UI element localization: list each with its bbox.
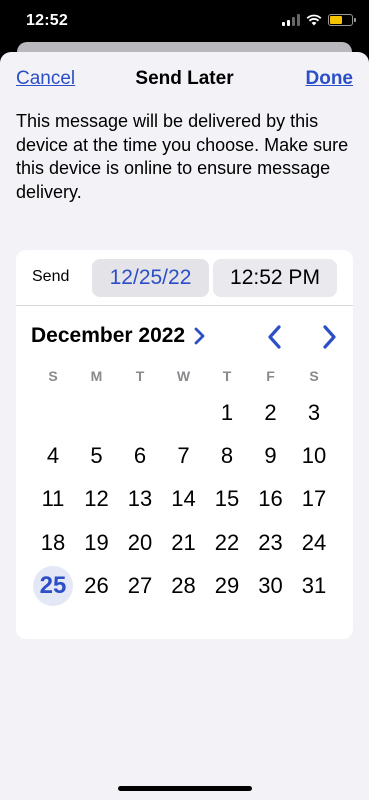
status-bar: 12:52 bbox=[0, 0, 369, 44]
selected-day[interactable]: 25 bbox=[33, 565, 73, 606]
calendar-day[interactable]: 11 bbox=[35, 481, 71, 517]
calendar-day[interactable]: 16 bbox=[253, 481, 289, 517]
calendar-day[interactable]: 4 bbox=[35, 438, 71, 474]
calendar-day[interactable]: 19 bbox=[79, 525, 115, 561]
time-button[interactable]: 12:52 PM bbox=[213, 259, 337, 297]
month-year-selector[interactable]: December 2022 bbox=[31, 324, 205, 348]
calendar-day[interactable]: 2 bbox=[253, 395, 289, 431]
chevron-right-icon bbox=[194, 327, 205, 345]
weekday-label: F bbox=[266, 368, 275, 384]
status-time: 12:52 bbox=[26, 12, 68, 29]
date-picker-panel: Send 12/25/22 12:52 PM December 2022 S M T… bbox=[16, 250, 353, 639]
calendar-day[interactable]: 3 bbox=[296, 395, 332, 431]
calendar-day[interactable]: 20 bbox=[122, 525, 158, 561]
weekday-header: SMTWTFS bbox=[31, 368, 339, 386]
send-row: Send 12/25/22 12:52 PM bbox=[16, 250, 353, 304]
calendar-day[interactable]: 6 bbox=[122, 438, 158, 474]
calendar-day[interactable]: 14 bbox=[166, 481, 202, 517]
calendar-day[interactable]: 22 bbox=[209, 525, 245, 561]
day-grid: 1 2 3 4 5 6 7 8 9 10 11 12 13 14 15 16 17 18 19 20 21 22 23 24 2… bbox=[31, 400, 339, 640]
calendar-day[interactable]: 26 bbox=[79, 568, 115, 604]
weekday-label: W bbox=[176, 368, 191, 384]
done-button[interactable]: Done bbox=[306, 68, 354, 90]
calendar-day[interactable]: 12 bbox=[79, 481, 115, 517]
weekday-label: T bbox=[135, 368, 145, 384]
previous-month-button[interactable] bbox=[264, 324, 286, 350]
home-indicator bbox=[118, 786, 252, 791]
info-text: This message will be delivered by this d… bbox=[16, 111, 349, 202]
calendar-day[interactable]: 21 bbox=[166, 525, 202, 561]
date-button[interactable]: 12/25/22 bbox=[92, 259, 209, 297]
send-later-sheet: Cancel Send Later Done This message will… bbox=[0, 52, 369, 800]
weekday-label: S bbox=[48, 368, 58, 384]
weekday-label: S bbox=[309, 368, 319, 384]
calendar-day[interactable]: 30 bbox=[253, 568, 289, 604]
month-year-label: December 2022 bbox=[31, 324, 186, 347]
calendar-day[interactable]: 28 bbox=[166, 568, 202, 604]
status-icons bbox=[282, 14, 356, 26]
weekday-label: M bbox=[90, 368, 103, 384]
calendar-day[interactable]: 10 bbox=[296, 438, 332, 474]
weekday-label: T bbox=[222, 368, 232, 384]
battery-icon bbox=[328, 14, 356, 26]
divider bbox=[16, 305, 353, 306]
calendar-day[interactable]: 29 bbox=[209, 568, 245, 604]
navigation-bar: Cancel Send Later Done bbox=[0, 68, 369, 94]
calendar-day[interactable]: 8 bbox=[209, 438, 245, 474]
send-label: Send bbox=[32, 268, 70, 285]
calendar-day[interactable]: 7 bbox=[166, 438, 202, 474]
calendar-day[interactable]: 23 bbox=[253, 525, 289, 561]
calendar-day[interactable]: 17 bbox=[296, 481, 332, 517]
calendar-day[interactable]: 15 bbox=[209, 481, 245, 517]
calendar-day[interactable]: 24 bbox=[296, 525, 332, 561]
calendar-day[interactable]: 27 bbox=[122, 568, 158, 604]
calendar-day[interactable]: 5 bbox=[79, 438, 115, 474]
next-month-button[interactable] bbox=[318, 324, 340, 350]
calendar-day[interactable]: 31 bbox=[296, 568, 332, 604]
wifi-icon bbox=[306, 14, 322, 26]
cellular-signal-icon bbox=[282, 14, 300, 26]
calendar-day[interactable]: 18 bbox=[35, 525, 71, 561]
calendar-day[interactable]: 9 bbox=[253, 438, 289, 474]
calendar-day[interactable]: 13 bbox=[122, 481, 158, 517]
calendar-day[interactable]: 1 bbox=[209, 395, 245, 431]
